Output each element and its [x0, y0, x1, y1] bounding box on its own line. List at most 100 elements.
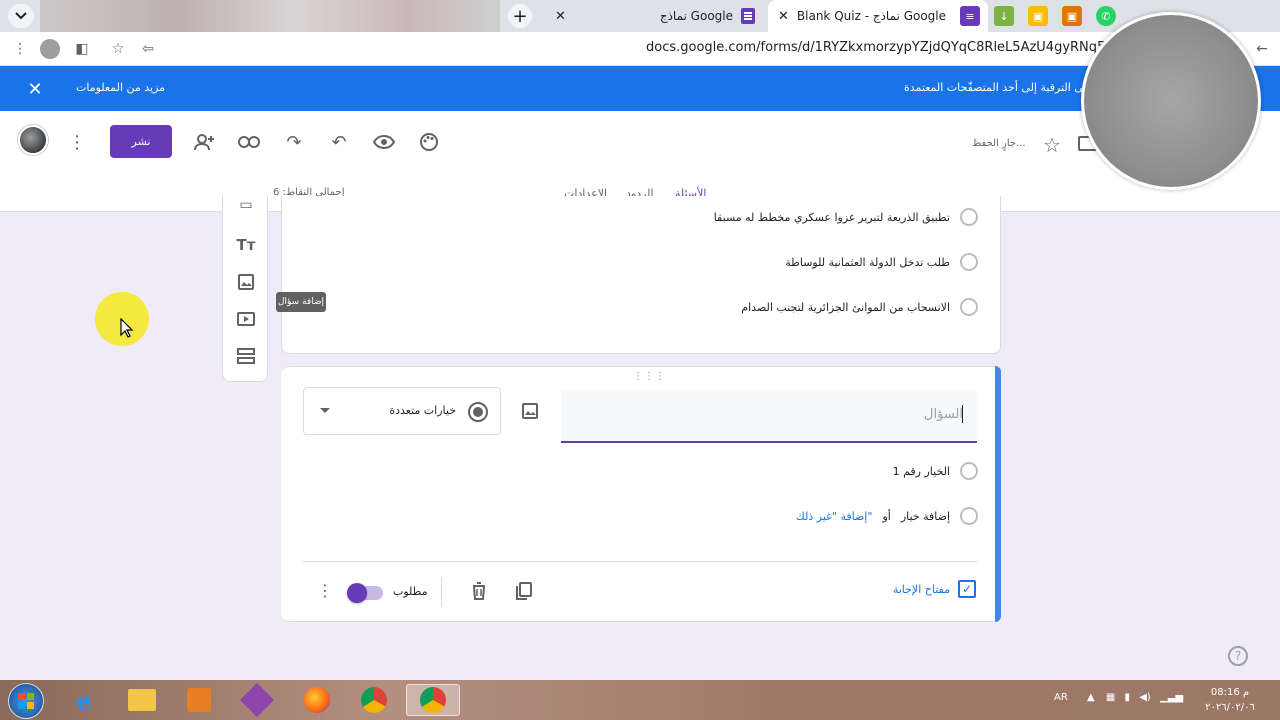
- question-type-label: خيارات متعددة: [389, 404, 456, 417]
- import-questions-icon[interactable]: ▭: [235, 197, 257, 213]
- required-toggle[interactable]: [347, 583, 383, 603]
- preview-eye-icon[interactable]: [371, 129, 397, 155]
- option-row[interactable]: الانسحاب من الموانئ الجزائرية لتجنب الصد…: [741, 298, 978, 316]
- answer-key-button[interactable]: مفتاح الإجابة ✓: [893, 580, 976, 598]
- windows-taskbar: e AR ▲ ▦ ▮ ◀) ▁▃▅ 08:16 م ٢٠٢٦/٠٢/٠٦: [0, 680, 1280, 720]
- start-button[interactable]: [8, 683, 44, 719]
- internet-explorer-icon[interactable]: e: [62, 684, 106, 716]
- option-row[interactable]: الخيار رقم 1: [893, 462, 978, 480]
- classroom-tab-icon[interactable]: ▣: [1028, 6, 1048, 26]
- link-icon[interactable]: [236, 129, 262, 155]
- windows-logo-icon: [18, 693, 34, 709]
- volume-icon[interactable]: ◀): [1139, 692, 1151, 703]
- tab-title: نماذج Google: [659, 9, 733, 23]
- duplicate-icon[interactable]: [513, 580, 535, 602]
- dropdown-arrow-icon: [320, 408, 330, 413]
- add-image-icon[interactable]: [519, 401, 541, 421]
- battery-icon[interactable]: ▮: [1125, 692, 1131, 703]
- close-tab-icon[interactable]: ✕: [778, 9, 789, 24]
- tab-search-button[interactable]: [8, 4, 34, 28]
- radio-icon[interactable]: [960, 298, 978, 316]
- add-title-icon[interactable]: Tт: [235, 234, 257, 256]
- option-row[interactable]: تطبيق الذريعة لتبرير غزوا عسكري مخطط له …: [714, 208, 978, 226]
- account-avatar[interactable]: [18, 125, 48, 155]
- tab-title: Blank Quiz - نماذج Google: [796, 9, 947, 23]
- add-option-link[interactable]: إضافة خيار: [901, 510, 950, 523]
- slides-tab-icon[interactable]: ▣: [1062, 6, 1082, 26]
- close-tab-icon[interactable]: ✕: [555, 9, 566, 24]
- banner-message: يُرجى الترقية إلى أحد المتصفّحات المعتمد…: [904, 81, 1103, 94]
- more-options-icon[interactable]: ⋮: [64, 129, 90, 155]
- new-tab-button[interactable]: +: [508, 4, 532, 28]
- radio-button-icon: [468, 402, 488, 422]
- add-section-icon[interactable]: [235, 345, 257, 367]
- network-icon[interactable]: ▦: [1106, 692, 1115, 703]
- option-label[interactable]: الخيار رقم 1: [893, 465, 950, 478]
- chevron-down-icon: [15, 12, 27, 20]
- webcam-overlay: [1081, 12, 1261, 190]
- option-label: تطبيق الذريعة لتبرير غزوا عسكري مخطط له …: [713, 210, 950, 224]
- file-explorer-icon[interactable]: [120, 684, 164, 716]
- previous-question-card[interactable]: تطبيق الذريعة لتبرير غزوا عسكري مخطط له …: [281, 196, 1001, 354]
- signal-icon[interactable]: ▁▃▅: [1160, 692, 1183, 703]
- menu-kebab-icon[interactable]: ⋮: [10, 39, 30, 59]
- add-video-icon[interactable]: [235, 308, 257, 330]
- back-icon[interactable]: ←: [1252, 39, 1272, 59]
- more-options-icon[interactable]: ⋮: [317, 581, 333, 600]
- radio-icon[interactable]: [960, 253, 978, 271]
- add-question-tooltip: إضافة سؤال: [276, 292, 326, 312]
- option-row[interactable]: طلب تدخل الدولة العثمانية للوساطة: [785, 253, 978, 271]
- share-icon[interactable]: ⇦: [138, 39, 158, 59]
- option-label: الانسحاب من الموانئ الجزائرية لتجنب الصد…: [741, 300, 950, 314]
- card-footer-divider: [303, 561, 977, 562]
- browser-tab-blank-quiz[interactable]: ✕ Blank Quiz - نماذج Google: [768, 0, 988, 32]
- download-tab-icon[interactable]: ↓: [994, 6, 1014, 26]
- forms-tab-icon[interactable]: ≡: [960, 6, 980, 26]
- radio-icon[interactable]: [960, 208, 978, 226]
- undo-icon[interactable]: ↶: [326, 129, 352, 155]
- question-card[interactable]: ⋮⋮⋮ السؤال خيارات متعددة الخيار رقم 1 إض…: [281, 366, 1001, 622]
- send-button[interactable]: نشر: [110, 125, 172, 158]
- firefox-icon[interactable]: [295, 684, 339, 716]
- footer-separator: [441, 577, 442, 607]
- whatsapp-tab-icon[interactable]: ✆: [1096, 6, 1116, 26]
- visual-studio-icon[interactable]: [235, 683, 279, 717]
- toggle-knob: [347, 583, 367, 603]
- show-hidden-icons-icon[interactable]: ▲: [1087, 692, 1095, 703]
- language-indicator[interactable]: AR: [1054, 692, 1068, 703]
- add-collaborator-icon[interactable]: [191, 129, 217, 155]
- bookmark-star-icon[interactable]: ☆: [108, 39, 128, 59]
- chrome-active-icon[interactable]: [406, 684, 460, 716]
- browser-toolbar: ⋮ ◧ ☆ ⇦ docs.google.com/forms/d/1RYZkxmo…: [0, 32, 1280, 66]
- question-title-input[interactable]: السؤال: [561, 391, 977, 443]
- add-image-icon[interactable]: [235, 271, 257, 293]
- more-info-link[interactable]: مزيد من المعلومات: [76, 81, 165, 94]
- add-option-row: إضافة "غير ذلك" أو إضافة خيار: [796, 507, 978, 525]
- media-player-icon[interactable]: [177, 684, 221, 716]
- help-icon[interactable]: ?: [1228, 646, 1248, 666]
- question-side-toolbar: ▭ Tт: [222, 196, 268, 382]
- add-other-link[interactable]: إضافة "غير ذلك": [796, 510, 873, 523]
- saving-status: جارٍ الحفظ...: [972, 138, 1026, 149]
- clock-date: ٢٠٢٦/٠٢/٠٦: [1205, 702, 1255, 713]
- option-label: طلب تدخل الدولة العثمانية للوساطة: [785, 255, 950, 269]
- or-text: أو: [882, 509, 891, 523]
- chrome-icon[interactable]: [352, 684, 396, 716]
- sidebar-icon[interactable]: ◧: [72, 39, 92, 59]
- palette-icon[interactable]: [416, 129, 442, 155]
- address-bar-url[interactable]: docs.google.com/forms/d/1RYZkxmorzypYZjd…: [646, 40, 1140, 55]
- drag-handle[interactable]: ⋮⋮⋮: [633, 371, 666, 382]
- browser-tab-forms-home[interactable]: ✕ نماذج Google: [545, 0, 765, 32]
- redo-icon[interactable]: ↷: [281, 129, 307, 155]
- star-form-icon[interactable]: ☆: [1043, 133, 1061, 157]
- text-caret: [962, 405, 963, 423]
- radio-icon: [960, 507, 978, 525]
- question-type-dropdown[interactable]: خيارات متعددة: [303, 387, 501, 435]
- close-icon[interactable]: ✕: [24, 78, 46, 100]
- checkbox-icon: ✓: [958, 580, 976, 598]
- question-placeholder: السؤال: [924, 407, 963, 422]
- tab-strip-background: [40, 0, 500, 32]
- delete-icon[interactable]: [468, 580, 490, 602]
- clock[interactable]: 08:16 م ٢٠٢٦/٠٢/٠٦: [1198, 685, 1262, 715]
- profile-avatar[interactable]: [40, 39, 60, 59]
